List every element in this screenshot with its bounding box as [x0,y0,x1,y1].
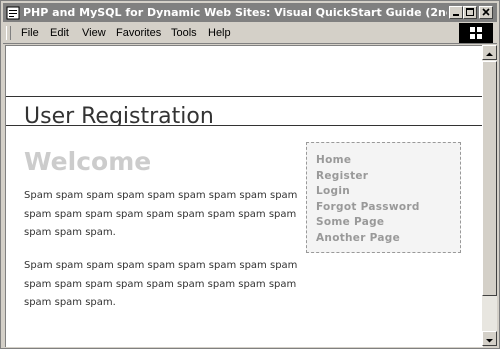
nav-menu: Home Register Login Forgot Password Some… [306,142,461,253]
nav-link-forgot-password[interactable]: Forgot Password [316,200,460,216]
header-rule-bottom [6,125,483,126]
browser-window: PHP and MySQL for Dynamic Web Sites: Vis… [0,0,500,349]
windows-logo-icon [470,27,482,39]
window-title: PHP and MySQL for Dynamic Web Sites: Vis… [23,6,447,19]
menu-favorites[interactable]: Favorites [116,26,161,40]
nav-link-login[interactable]: Login [316,184,460,200]
maximize-icon [466,8,474,16]
scroll-down-button[interactable] [482,331,497,346]
toolbar-grip[interactable] [6,26,11,40]
menu-view[interactable]: View [82,26,106,40]
menu-bar: File Edit View Favorites Tools Help [3,23,497,44]
close-icon [482,8,490,16]
page-heading: Welcome [24,147,152,176]
minimize-button[interactable] [449,6,463,19]
title-bar[interactable]: PHP and MySQL for Dynamic Web Sites: Vis… [3,3,497,22]
arrow-down-icon [486,339,493,343]
activity-throbber [459,23,493,43]
minimize-icon [453,14,459,16]
menu-help[interactable]: Help [208,26,231,40]
ie-page-icon[interactable] [6,5,20,20]
site-title: User Registration [24,104,214,125]
nav-link-home[interactable]: Home [316,153,460,169]
menu-edit[interactable]: Edit [50,26,69,40]
menu-tools[interactable]: Tools [171,26,197,40]
nav-link-another-page[interactable]: Another Page [316,231,460,247]
maximize-button[interactable] [463,6,477,19]
close-button[interactable] [479,6,493,19]
body-paragraph: Spam spam spam spam spam spam spam spam … [24,190,298,238]
scroll-up-button[interactable] [482,45,497,60]
body-paragraph: Spam spam spam spam spam spam spam spam … [24,260,298,308]
nav-link-register[interactable]: Register [316,169,460,185]
arrow-up-icon [486,52,493,56]
page-viewport: User Registration Welcome Spam spam spam… [5,45,483,347]
nav-link-some-page[interactable]: Some Page [316,215,460,231]
vertical-scrollbar[interactable] [482,45,497,346]
menu-file[interactable]: File [21,26,39,40]
scrollbar-thumb[interactable] [482,61,497,296]
header-rule-top [6,96,483,97]
